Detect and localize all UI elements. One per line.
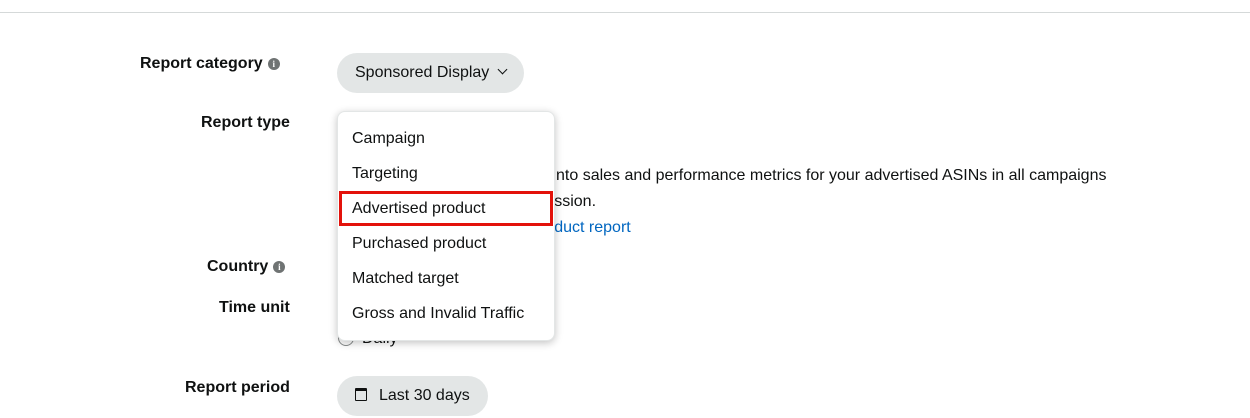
- description-line-1: s into sales and performance metrics for…: [540, 167, 1107, 184]
- report-period-button[interactable]: Last 30 days: [337, 376, 488, 416]
- report-type-menu: Campaign Targeting Advertised product Pu…: [337, 111, 555, 341]
- time-unit-label: Time unit: [219, 299, 290, 316]
- report-category-dropdown[interactable]: Sponsored Display: [337, 53, 525, 93]
- report-category-label-row: Report category i: [140, 54, 280, 74]
- menu-item-purchased-product[interactable]: Purchased product: [338, 226, 554, 261]
- report-category-label: Report category: [140, 55, 263, 72]
- country-label: Country: [207, 258, 269, 275]
- calendar-icon: [355, 388, 367, 401]
- report-period-label: Report period: [185, 379, 290, 396]
- report-category-value: Sponsored Display: [355, 64, 490, 81]
- menu-item-advertised-product[interactable]: Advertised product: [339, 191, 553, 226]
- report-type-description: s into sales and performance metrics for…: [540, 163, 1106, 241]
- report-type-label: Report type: [201, 114, 290, 131]
- menu-item-gross-invalid-traffic[interactable]: Gross and Invalid Traffic: [338, 296, 554, 331]
- info-icon[interactable]: i: [267, 58, 280, 70]
- description-line-2: ression.: [540, 193, 597, 210]
- menu-item-campaign[interactable]: Campaign: [338, 121, 554, 156]
- country-label-row: Country i: [207, 257, 286, 277]
- info-icon[interactable]: i: [273, 261, 286, 273]
- chevron-down-icon: [497, 64, 508, 75]
- menu-item-targeting[interactable]: Targeting: [338, 156, 554, 191]
- report-period-value: Last 30 days: [379, 387, 470, 404]
- top-divider: [0, 12, 1250, 13]
- menu-item-matched-target[interactable]: Matched target: [338, 261, 554, 296]
- report-form-page: Report category i Sponsored Display Repor…: [0, 0, 1250, 418]
